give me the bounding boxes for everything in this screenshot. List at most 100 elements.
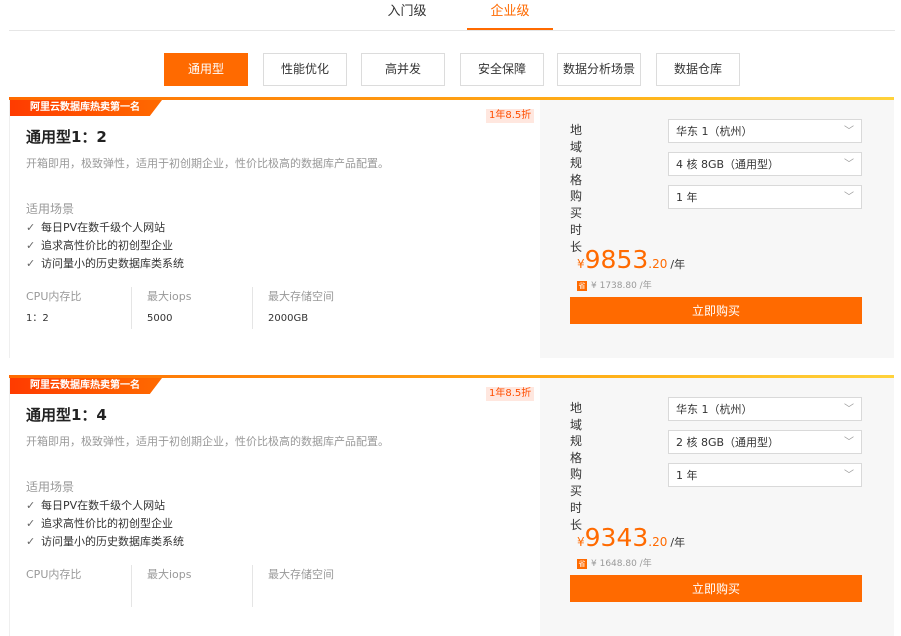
scene-list: ✓ 每日PV在数千级个人网站 ✓ 追求高性价比的初创型企业 ✓ 访问量小的历史数据库类…: [26, 219, 184, 273]
scene-item: ✓ 追求高性价比的初创型企业: [26, 237, 184, 255]
coupon-icon: 省: [577, 558, 587, 569]
price-decimal: .20: [648, 535, 668, 549]
plan-title: 通用型1：4: [26, 406, 107, 424]
price-amount: 9343: [584, 523, 649, 552]
scene-item: ✓ 每日PV在数千级个人网站: [26, 219, 184, 237]
saving-note: 省 ¥ 1738.80 /年: [577, 278, 652, 291]
tab-entry-level[interactable]: 入门级: [364, 0, 450, 28]
check-icon: ✓: [26, 221, 36, 234]
option-label: 地域: [570, 401, 583, 432]
metric-storage: 最大存储空间 2000GB: [252, 287, 392, 329]
metric-label: 最大iops: [147, 290, 192, 303]
chevron-down-icon: ﹀: [844, 470, 854, 481]
option-label: 规格: [570, 156, 583, 187]
metric-value: [268, 587, 392, 607]
metric-cpu-memory: CPU内存比: [26, 565, 131, 607]
metric-label: CPU内存比: [26, 290, 82, 303]
saving-text: ¥ 1738.80 /年: [591, 281, 652, 291]
category-performance[interactable]: 性能优化: [263, 53, 347, 86]
select-value: 4 核 8GB（通用型）: [676, 158, 780, 171]
region-select[interactable]: 华东 1（杭州） ﹀: [668, 397, 862, 421]
discount-badge: 1年8.5折: [486, 387, 535, 401]
scene-text: 访问量小的历史数据库类系统: [41, 535, 184, 548]
purchase-panel: 地域 华东 1（杭州） ﹀ 规格 4 核 8GB（通用型） ﹀ 购买时长 1 年 ﹀ …: [540, 100, 894, 358]
coupon-icon: 省: [577, 280, 587, 291]
metric-value: [147, 587, 251, 607]
metric-label: CPU内存比: [26, 568, 82, 581]
price-decimal: .20: [648, 257, 668, 271]
discount-badge: 1年8.5折: [486, 109, 535, 123]
buy-now-button[interactable]: 立即购买: [570, 575, 862, 602]
plan-description: 开箱即用，极致弹性，适用于初创期企业，性价比极高的数据库产品配置。: [26, 157, 389, 170]
card-info: 阿里云数据库热卖第一名 1年8.5折 通用型1：2 开箱即用，极致弹性，适用于初…: [9, 100, 541, 358]
duration-select[interactable]: 1 年 ﹀: [668, 463, 862, 487]
check-icon: ✓: [26, 499, 36, 512]
product-card: 阿里云数据库热卖第一名 1年8.5折 通用型1：2 开箱即用，极致弹性，适用于初…: [9, 97, 894, 358]
select-value: 1 年: [676, 469, 698, 482]
plan-title: 通用型1：2: [26, 128, 107, 146]
metric-value: 1：2: [26, 313, 49, 324]
category-security[interactable]: 安全保障: [460, 53, 544, 86]
scene-text: 每日PV在数千级个人网站: [41, 499, 166, 512]
select-value: 华东 1（杭州）: [676, 125, 753, 138]
chevron-down-icon: ﹀: [844, 159, 854, 170]
category-data-analysis[interactable]: 数据分析场景: [557, 53, 641, 86]
metric-value: [26, 587, 131, 607]
tier-tabs: 入门级 企业级: [9, 0, 895, 31]
currency-symbol: ¥: [577, 535, 585, 549]
chevron-down-icon: ﹀: [844, 126, 854, 137]
chevron-down-icon: ﹀: [844, 437, 854, 448]
scene-item: ✓ 访问量小的历史数据库类系统: [26, 533, 184, 551]
card-info: 阿里云数据库热卖第一名 1年8.5折 通用型1：4 开箱即用，极致弹性，适用于初…: [9, 378, 541, 636]
check-icon: ✓: [26, 517, 36, 530]
chevron-down-icon: ﹀: [844, 192, 854, 203]
hot-sale-badge: 阿里云数据库热卖第一名: [10, 100, 162, 116]
buy-now-button[interactable]: 立即购买: [570, 297, 862, 324]
price-amount: 9853: [584, 245, 649, 274]
scenes-title: 适用场景: [26, 480, 75, 494]
scene-text: 每日PV在数千级个人网站: [41, 221, 166, 234]
check-icon: ✓: [26, 257, 36, 270]
scene-text: 访问量小的历史数据库类系统: [41, 257, 184, 270]
check-icon: ✓: [26, 535, 36, 548]
tab-enterprise-level[interactable]: 企业级: [467, 0, 553, 30]
metric-storage: 最大存储空间: [252, 565, 392, 607]
metric-label: 最大iops: [147, 568, 192, 581]
metric-label: 最大存储空间: [268, 568, 334, 581]
region-select[interactable]: 华东 1（杭州） ﹀: [668, 119, 862, 143]
metric-label: 最大存储空间: [268, 290, 334, 303]
category-data-warehouse[interactable]: 数据仓库: [656, 53, 740, 86]
select-value: 2 核 8GB（通用型）: [676, 436, 780, 449]
metric-value: 2000GB: [268, 313, 309, 324]
check-icon: ✓: [26, 239, 36, 252]
price: ¥9343.20/年: [577, 523, 685, 553]
chevron-down-icon: ﹀: [844, 404, 854, 415]
scene-text: 追求高性价比的初创型企业: [41, 517, 173, 530]
duration-select[interactable]: 1 年 ﹀: [668, 185, 862, 209]
option-label: 地域: [570, 123, 583, 154]
spec-select[interactable]: 2 核 8GB（通用型） ﹀: [668, 430, 862, 454]
category-high-concurrency[interactable]: 高并发: [361, 53, 445, 86]
currency-symbol: ¥: [577, 257, 585, 271]
select-value: 华东 1（杭州）: [676, 403, 753, 416]
scene-item: ✓ 访问量小的历史数据库类系统: [26, 255, 184, 273]
scene-text: 追求高性价比的初创型企业: [41, 239, 173, 252]
select-value: 1 年: [676, 191, 698, 204]
price-unit: /年: [670, 536, 686, 549]
price-unit: /年: [670, 258, 686, 271]
scene-list: ✓ 每日PV在数千级个人网站 ✓ 追求高性价比的初创型企业 ✓ 访问量小的历史数据库类…: [26, 497, 184, 551]
scenes-title: 适用场景: [26, 202, 75, 216]
metric-value: 5000: [147, 313, 173, 324]
product-card: 阿里云数据库热卖第一名 1年8.5折 通用型1：4 开箱即用，极致弹性，适用于初…: [9, 375, 894, 636]
category-general[interactable]: 通用型: [164, 53, 248, 86]
category-tabs: 通用型 性能优化 高并发 安全保障 数据分析场景 数据仓库: [0, 53, 901, 86]
plan-description: 开箱即用，极致弹性，适用于初创期企业，性价比极高的数据库产品配置。: [26, 435, 389, 448]
option-label: 规格: [570, 434, 583, 465]
purchase-panel: 地域 华东 1（杭州） ﹀ 规格 2 核 8GB（通用型） ﹀ 购买时长 1 年 ﹀ …: [540, 378, 894, 636]
metric-iops: 最大iops: [131, 565, 251, 607]
metric-iops: 最大iops 5000: [131, 287, 251, 329]
saving-note: 省 ¥ 1648.80 /年: [577, 556, 652, 569]
spec-select[interactable]: 4 核 8GB（通用型） ﹀: [668, 152, 862, 176]
saving-text: ¥ 1648.80 /年: [591, 559, 652, 569]
scene-item: ✓ 每日PV在数千级个人网站: [26, 497, 184, 515]
